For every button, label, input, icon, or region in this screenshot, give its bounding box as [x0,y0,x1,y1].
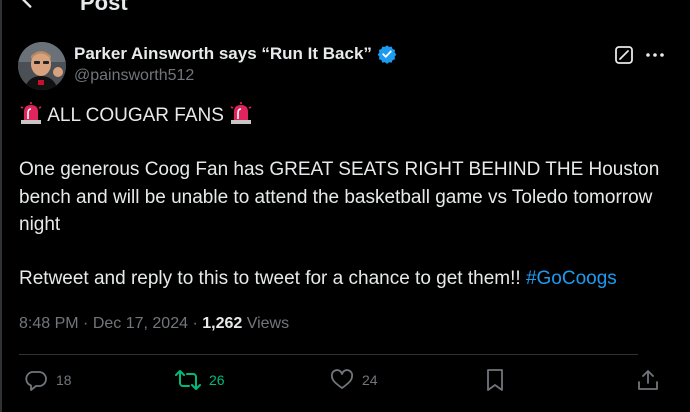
hashtag-link[interactable]: #GoCoogs [526,268,617,289]
post-page: Post Parker Ainsworth says “Run It Back”… [0,0,690,412]
reply-button[interactable]: 18 [24,368,72,392]
tweet-paragraph-cta: Retweet and reply to this to tweet for a… [19,265,674,292]
like-icon [330,369,354,389]
like-count: 24 [362,372,378,388]
post-time[interactable]: 8:48 PM [19,315,79,332]
back-arrow-icon[interactable] [14,0,40,12]
column-border [0,0,2,412]
tweet-text: ALL COUGAR FANS One generous Coog Fan ha… [19,102,674,292]
bookmark-icon [487,369,503,391]
top-bar: Post [0,0,690,16]
action-bar: 18 26 24 [0,368,690,398]
reply-count: 18 [56,372,72,388]
verified-badge-icon [377,45,397,64]
tweet-meta: 8:48 PM · Dec 17, 2024 · 1,262 Views [19,315,289,333]
author-name-row[interactable]: Parker Ainsworth says “Run It Back” [74,44,397,64]
siren-icon [230,102,252,124]
repost-icon [175,370,201,390]
more-icon[interactable] [644,45,666,65]
grok-icon[interactable] [614,45,634,65]
page-title: Post [80,0,128,15]
views-label: Views [242,315,290,332]
bookmark-button[interactable] [484,368,506,392]
author-handle[interactable]: @painsworth512 [74,67,194,85]
headline-text: ALL COUGAR FANS [47,105,224,126]
meta-separator: · [188,315,203,332]
views-count: 1,262 [202,315,243,332]
like-button[interactable]: 24 [330,368,378,392]
reply-icon [25,371,47,391]
author-display-name[interactable]: Parker Ainsworth says “Run It Back” [74,44,372,64]
cta-text: Retweet and reply to this to tweet for a… [19,268,526,290]
share-button[interactable] [636,368,660,392]
avatar[interactable] [18,42,66,90]
repost-button[interactable]: 26 [175,368,225,392]
post-date[interactable]: Dec 17, 2024 [93,315,188,332]
repost-count: 26 [209,372,225,388]
siren-icon [20,102,42,124]
divider [19,354,638,355]
meta-separator: · [78,315,93,332]
tweet-line-headline: ALL COUGAR FANS [19,102,674,129]
share-icon [638,370,658,390]
tweet-paragraph: One generous Coog Fan has GREAT SEATS RI… [19,159,660,235]
